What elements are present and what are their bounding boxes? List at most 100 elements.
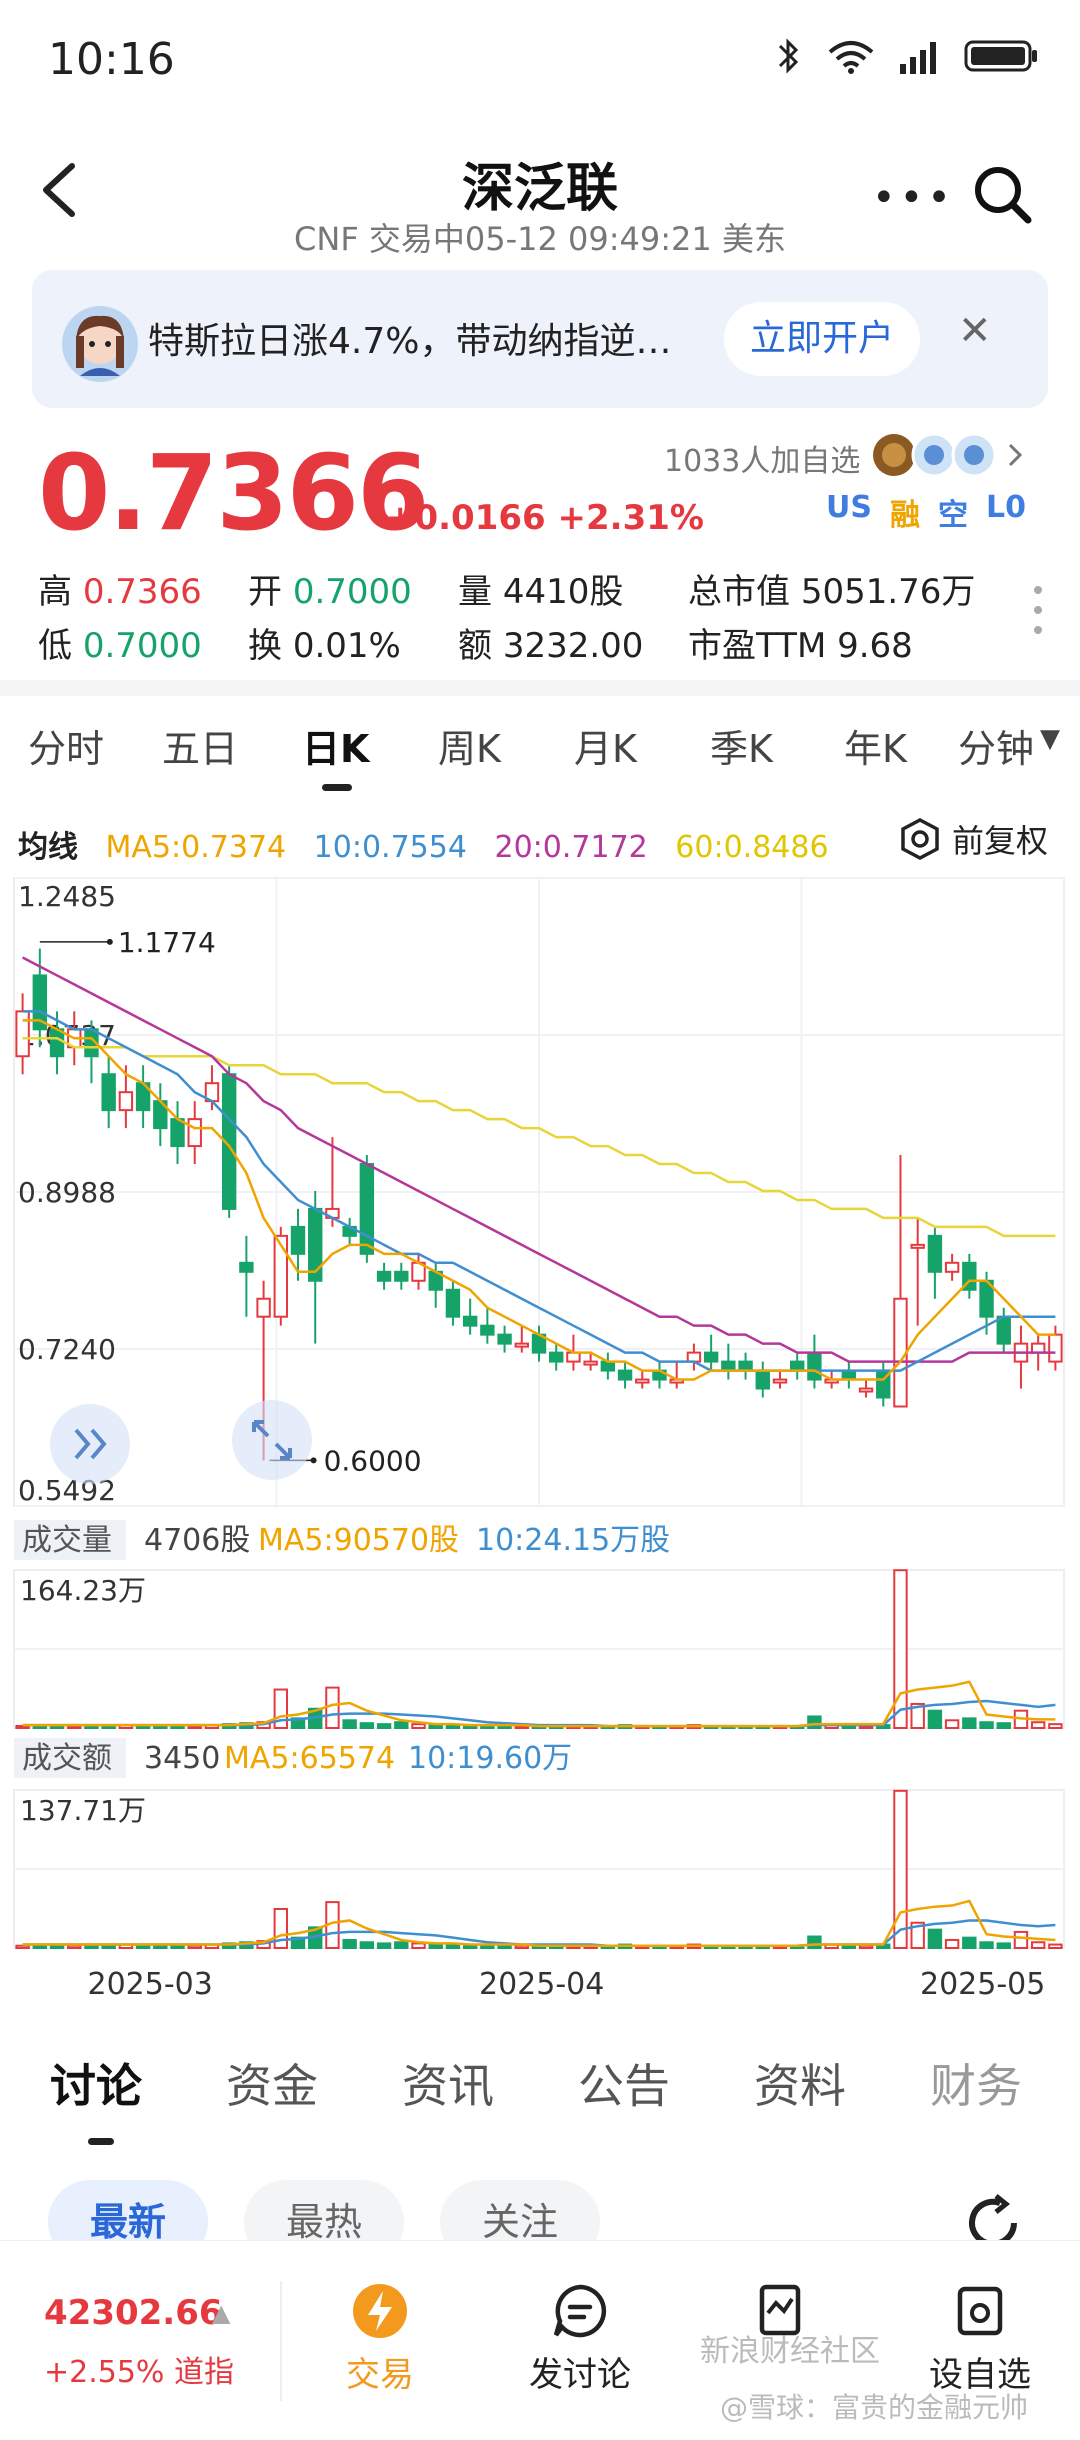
bluetooth-icon — [778, 38, 799, 74]
ma-title: 均线 — [18, 830, 78, 865]
content-tab-indicator — [88, 2138, 114, 2145]
volume-bar — [342, 1719, 357, 1729]
period-tab[interactable]: 周K — [438, 718, 501, 773]
volume-bar — [394, 1721, 409, 1729]
panel-latest: 3450 — [144, 1741, 220, 1776]
volume-bar — [480, 1944, 495, 1949]
y-tick-label: 0.8988 — [18, 1176, 116, 1209]
index-change[interactable]: +2.55% 道指 — [44, 2347, 234, 2391]
volume-bar — [1030, 1721, 1046, 1729]
watermark-line1: 新浪财经社区 — [700, 2334, 880, 2369]
candle — [290, 1225, 306, 1255]
ma20-value: 20:0.7172 — [494, 830, 648, 865]
y-tick-label: 0.7240 — [18, 1333, 116, 1366]
banner-text: 特斯拉日涨4.7%，带动纳指逆… — [148, 321, 672, 362]
period-tabs: 分时 五日 日K 周K 月K 季K 年K 分钟 ▼ — [0, 718, 1080, 788]
panel-latest: 4706股 — [144, 1523, 250, 1558]
candle — [445, 1288, 461, 1318]
trade-button[interactable]: 交易 — [300, 2281, 460, 2396]
watermark-line2: @雪球：富贵的金融元帅 — [720, 2391, 1029, 2424]
volume-bar — [376, 1942, 392, 1949]
volume-bar — [1030, 1941, 1046, 1949]
volume-bar — [359, 1722, 375, 1730]
volume-bar — [359, 1941, 375, 1949]
volume-bar — [962, 1936, 977, 1949]
trade-label: 交易 — [346, 2355, 414, 2395]
candle — [101, 1073, 116, 1112]
add-watchlist-button[interactable]: 设自选 — [900, 2281, 1060, 2396]
pe-value: 9.68 — [837, 626, 913, 666]
panel-ma5: MA5:90570股 — [258, 1523, 459, 1558]
open-value: 0.7000 — [292, 572, 412, 612]
candle — [807, 1351, 822, 1381]
avatar — [62, 306, 138, 382]
fullscreen-icon — [252, 1420, 292, 1460]
period-tab[interactable]: 年K — [844, 718, 907, 773]
volume-bar — [342, 1938, 357, 1949]
close-icon[interactable]: ✕ — [958, 308, 992, 354]
market-badge: L0 — [985, 490, 1026, 525]
period-tab[interactable]: 五日 — [162, 718, 238, 773]
candle — [187, 1118, 202, 1148]
low-label: 低 — [38, 626, 72, 666]
watchers-count[interactable]: 1033人加自选 — [664, 436, 860, 480]
volume-bar — [84, 1944, 99, 1949]
candle — [635, 1378, 650, 1384]
period-tab[interactable]: 月K — [574, 718, 637, 773]
turnover-label: 换 — [248, 626, 282, 666]
quote-stats: 高 0.7366 开 0.7000 量 4410股 总市值 5051.76万 低… — [38, 564, 1048, 672]
fullscreen-button[interactable] — [232, 1400, 312, 1480]
volume-bar — [394, 1941, 409, 1949]
max-annotation-dot — [106, 938, 113, 945]
candle — [583, 1360, 598, 1366]
min-annotation: 0.6000 — [324, 1444, 422, 1477]
open-account-button[interactable]: 立即开户 — [724, 302, 920, 376]
candle — [170, 1118, 185, 1148]
index-value[interactable]: 42302.66 — [44, 2293, 223, 2333]
period-tab[interactable]: 日K — [302, 718, 369, 773]
post-discussion-button[interactable]: 发讨论 — [500, 2281, 660, 2396]
watcher-avatars[interactable] — [872, 430, 1032, 484]
candle — [790, 1360, 805, 1372]
ma-legend: 均线 MA5:0.7374 10:0.7554 20:0.7172 60:0.8… — [18, 822, 847, 866]
content-tab[interactable]: 资料 — [754, 2050, 846, 2116]
content-tab[interactable]: 财务 — [930, 2050, 1022, 2116]
content-tab[interactable]: 资讯 — [402, 2050, 494, 2116]
period-tab[interactable]: 季K — [710, 718, 773, 773]
content-tab[interactable]: 讨论 — [50, 2050, 142, 2116]
search-icon[interactable] — [970, 162, 1034, 226]
panel-ma10: 10:19.60万 — [408, 1741, 572, 1776]
volume-bar — [49, 1944, 65, 1949]
content-tab[interactable]: 资金 — [226, 2050, 318, 2116]
period-tab[interactable]: 分时 — [28, 718, 104, 773]
content-tab[interactable]: 公告 — [578, 2050, 670, 2116]
candle — [497, 1333, 512, 1345]
more-icon[interactable]: ••• — [872, 175, 955, 221]
volume-bar — [893, 1569, 908, 1729]
expand-stats-icon[interactable] — [1032, 584, 1044, 640]
candle — [617, 1369, 633, 1381]
panel-max-label: 164.23万 — [20, 1574, 146, 1607]
expand-sidebar-button[interactable] — [50, 1404, 130, 1484]
volume-bar — [170, 1944, 185, 1949]
double-chevron-icon — [74, 1428, 107, 1460]
candle — [239, 1261, 254, 1273]
volume-bar — [979, 1941, 994, 1949]
ma5-value: MA5:0.7374 — [105, 830, 287, 865]
candle — [738, 1360, 753, 1372]
caret-down-icon[interactable]: ▼ — [1040, 724, 1060, 754]
volume-bar — [497, 1944, 512, 1949]
kline-chart[interactable]: 1.24851.07370.89880.72400.54921.17740.60… — [0, 870, 1080, 2030]
adjust-button[interactable]: 前复权 — [898, 816, 1048, 862]
volume-bar — [944, 1938, 960, 1949]
volume-value: 4410股 — [502, 572, 624, 612]
volume-bar — [1048, 1723, 1063, 1729]
panel-ma5: MA5:65574 — [224, 1741, 395, 1776]
pe-label: 市盈TTM — [688, 626, 827, 666]
promo-banner[interactable]: 特斯拉日涨4.7%，带动纳指逆… 立即开户 ✕ — [32, 270, 1048, 408]
panel-max-label: 137.71万 — [20, 1794, 146, 1827]
candle — [49, 1028, 65, 1058]
x-tick-label: 2025-05 — [920, 1967, 1045, 2002]
candle — [996, 1315, 1011, 1345]
period-tab[interactable]: 分钟 — [958, 718, 1034, 773]
